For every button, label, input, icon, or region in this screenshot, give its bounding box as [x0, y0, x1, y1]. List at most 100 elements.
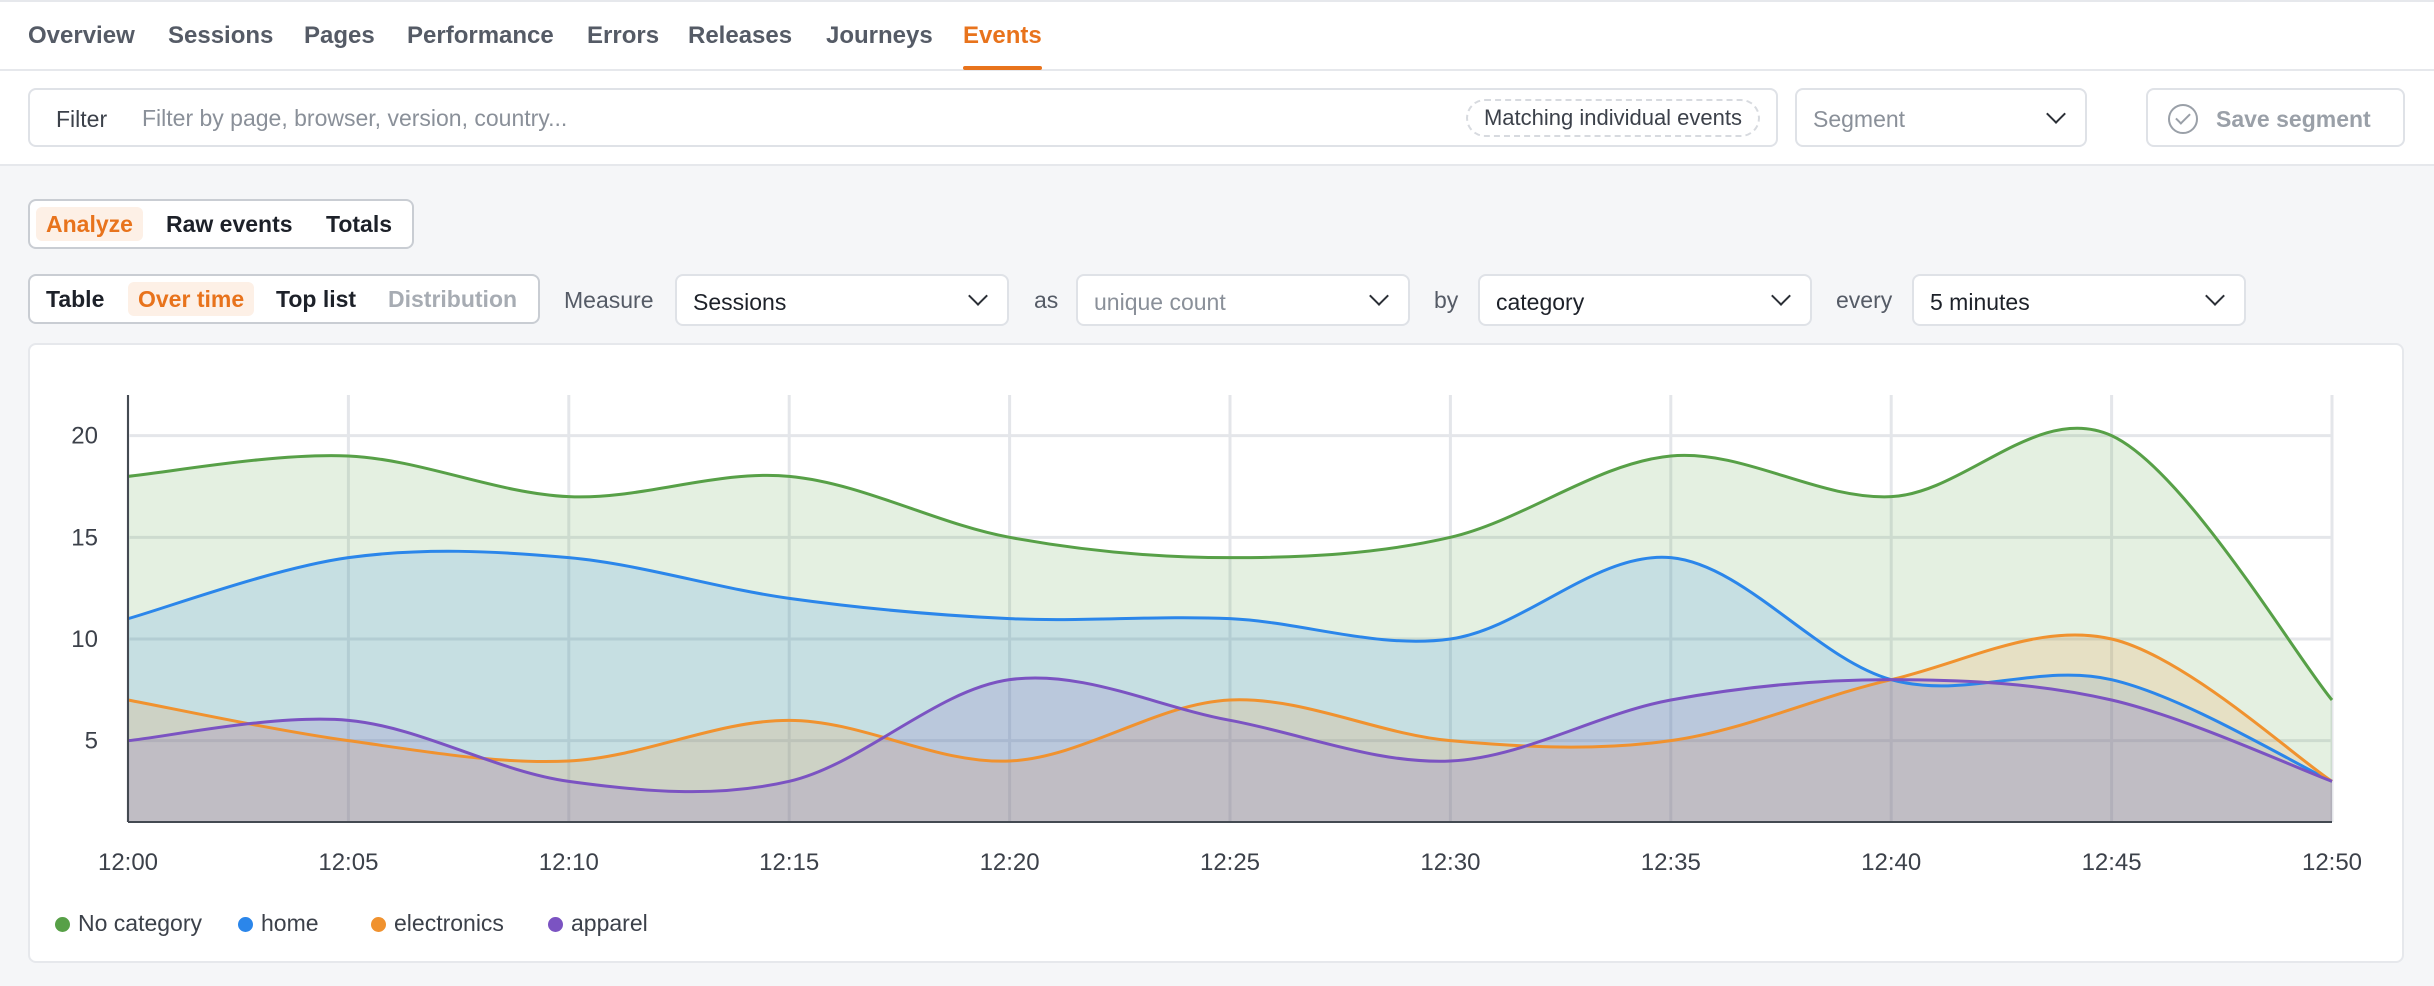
measure-label: Measure [564, 287, 654, 313]
y-tick-label: 5 [85, 728, 98, 755]
data-point [2329, 778, 2335, 784]
top-navigation: Overview Sessions Pages Performance Erro… [0, 0, 2434, 71]
data-point [786, 595, 792, 601]
group-by-value: category [1496, 289, 1585, 315]
x-tick-label: 12:15 [759, 849, 819, 876]
x-tick-label: 12:00 [98, 849, 158, 876]
data-point [1888, 677, 1894, 683]
filter-bar: Filter Matching individual events Segmen… [0, 71, 2434, 166]
x-tick-label: 12:20 [980, 849, 1040, 876]
legend-label: No category [78, 910, 203, 936]
data-point [1447, 534, 1453, 540]
legend-item[interactable]: home [238, 910, 319, 937]
chart-mode-tabs: Table Over time Top list Distribution [28, 274, 540, 324]
chevron-down-icon [1369, 286, 1389, 306]
data-point [786, 717, 792, 723]
group-by-select[interactable]: category [1478, 274, 1812, 326]
segment-select[interactable]: Segment [1795, 88, 2087, 147]
x-tick-label: 12:50 [2302, 849, 2362, 876]
data-point [2329, 697, 2335, 703]
tab-pages[interactable]: Pages [304, 22, 375, 50]
tab-raw-events[interactable]: Raw events [156, 207, 303, 241]
data-point [786, 778, 792, 784]
tab-analyze[interactable]: Analyze [36, 207, 143, 241]
data-point [1227, 616, 1233, 622]
x-tick-label: 12:30 [1420, 849, 1480, 876]
chevron-down-icon [2046, 104, 2066, 124]
aggregate-select[interactable]: unique count [1076, 274, 1410, 326]
data-point [786, 473, 792, 479]
data-point [1447, 738, 1453, 744]
as-label: as [1034, 287, 1059, 313]
data-point [345, 453, 351, 459]
tab-errors[interactable]: Errors [587, 22, 659, 50]
data-point [1447, 636, 1453, 642]
save-segment-label: Save segment [2216, 106, 2371, 132]
matching-events-badge[interactable]: Matching individual events [1465, 99, 1760, 137]
legend-dot-icon [55, 917, 70, 932]
data-point [1888, 494, 1894, 500]
data-point [566, 494, 572, 500]
mode-distribution[interactable]: Distribution [378, 282, 527, 316]
legend-dot-icon [371, 917, 386, 932]
legend-label: electronics [394, 910, 504, 936]
data-point [2109, 433, 2115, 439]
chevron-down-icon [968, 286, 988, 306]
data-point [2109, 697, 2115, 703]
x-tick-label: 12:05 [318, 849, 378, 876]
data-point [1227, 555, 1233, 561]
mode-over-time[interactable]: Over time [128, 282, 255, 316]
data-point [1227, 697, 1233, 703]
every-label: every [1836, 287, 1893, 313]
by-label: by [1434, 287, 1459, 313]
data-point [1668, 555, 1674, 561]
data-point [1668, 697, 1674, 703]
data-point [1007, 534, 1013, 540]
x-tick-label: 12:25 [1200, 849, 1260, 876]
mode-table[interactable]: Table [36, 282, 114, 316]
measure-value: Sessions [693, 289, 787, 315]
tab-releases[interactable]: Releases [688, 22, 792, 50]
tab-journeys[interactable]: Journeys [826, 22, 933, 50]
data-point [345, 555, 351, 561]
mode-top-list[interactable]: Top list [266, 282, 366, 316]
data-point [2109, 636, 2115, 642]
active-tab-indicator [963, 66, 1042, 70]
segment-placeholder: Segment [1813, 106, 1906, 132]
data-point [1007, 677, 1013, 683]
legend-label: home [261, 910, 319, 936]
legend-item[interactable]: electronics [371, 910, 504, 937]
x-tick-label: 12:45 [2082, 849, 2142, 876]
legend-item[interactable]: No category [55, 910, 202, 937]
filter-input[interactable] [142, 98, 1442, 138]
data-point [2109, 677, 2115, 683]
interval-select[interactable]: 5 minutes [1912, 274, 2246, 326]
save-segment-button[interactable]: Save segment [2146, 88, 2405, 147]
tab-sessions[interactable]: Sessions [168, 22, 273, 50]
interval-value: 5 minutes [1930, 289, 2030, 315]
measure-select[interactable]: Sessions [675, 274, 1009, 326]
data-point [1668, 453, 1674, 459]
data-point [345, 717, 351, 723]
legend-item[interactable]: apparel [548, 910, 648, 937]
y-tick-label: 15 [71, 524, 98, 551]
view-tabs: Analyze Raw events Totals [28, 199, 414, 249]
legend-label: apparel [571, 910, 648, 936]
tab-performance[interactable]: Performance [407, 22, 554, 50]
data-point [1007, 616, 1013, 622]
tab-overview[interactable]: Overview [28, 22, 135, 50]
tab-totals[interactable]: Totals [316, 207, 402, 241]
x-tick-label: 12:35 [1641, 849, 1701, 876]
x-tick-label: 12:40 [1861, 849, 1921, 876]
data-point [1447, 758, 1453, 764]
chevron-down-icon [2205, 286, 2225, 306]
tab-events[interactable]: Events [963, 22, 1042, 50]
data-point [1668, 738, 1674, 744]
filter-label: Filter [56, 106, 108, 132]
data-point [1227, 717, 1233, 723]
chart-card: 5 10 15 20 12:00 12:05 12:10 12:15 12:20 12:25 12:… [28, 343, 2404, 963]
legend-dot-icon [238, 917, 253, 932]
filter-box: Filter Matching individual events [28, 88, 1778, 147]
check-circle-icon [2168, 104, 2198, 134]
data-point [1007, 758, 1013, 764]
